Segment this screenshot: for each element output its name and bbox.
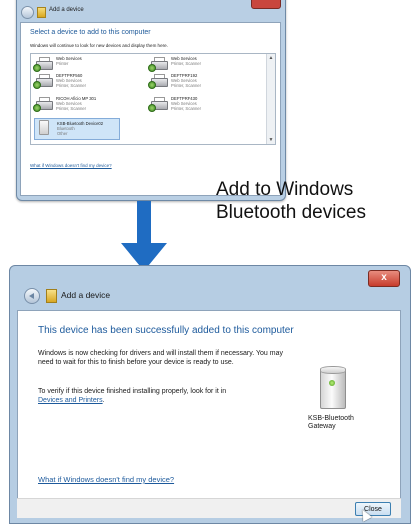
window-title: Add a device — [49, 7, 84, 13]
printer-icon — [148, 97, 168, 112]
device-name-line-1: KSB-Bluetooth — [308, 415, 354, 422]
list-item[interactable]: DEFTPRF192 Web Services Printer, Scanner — [148, 73, 244, 89]
devices-and-printers-link[interactable]: Devices and Printers — [38, 397, 103, 404]
success-heading: This device has been successfully added … — [38, 325, 294, 336]
printer-icon — [33, 97, 53, 112]
printer-icon — [148, 57, 168, 72]
list-item[interactable]: Web Services Printer — [33, 56, 129, 72]
device-type: Printer, Scanner — [171, 106, 202, 111]
list-item-selected[interactable]: KSB-Bluetooth Device02 Bluetooth Other — [34, 118, 120, 140]
caption: Add to Windows Bluetooth devices — [216, 178, 406, 224]
device-type: Printer, Scanner — [171, 83, 202, 88]
device-type: Printer — [56, 61, 69, 66]
device-type: Printer, Scanner — [56, 106, 87, 111]
list-item[interactable]: DEFTPRF430 Web Services Printer, Scanner — [148, 96, 244, 112]
printer-icon — [33, 57, 53, 72]
dialog-heading: Select a device to add to this computer — [30, 29, 151, 36]
down-arrow-icon — [121, 201, 167, 271]
help-link[interactable]: What if Windows doesn't find my device? — [38, 475, 174, 484]
wizard-icon — [37, 7, 46, 18]
add-device-dialog-select: Add a device Select a device to add to t… — [16, 0, 286, 201]
printer-icon — [33, 74, 53, 89]
close-window-button[interactable]: x — [368, 270, 400, 287]
add-device-dialog-success: x Add a device This device has been succ… — [9, 265, 411, 524]
dialog-content: This device has been successfully added … — [17, 310, 401, 518]
list-scrollbar[interactable]: ▲ ▼ — [266, 54, 275, 144]
dialog-footer: Close — [17, 498, 401, 518]
printer-icon — [148, 74, 168, 89]
dialog-description: Windows will continue to look for new de… — [30, 43, 168, 48]
device-list[interactable]: Web Services Printer Web Services Printer,… — [30, 53, 276, 145]
driver-info-text: Windows is now checking for drivers and … — [38, 350, 283, 366]
back-button[interactable] — [24, 288, 40, 304]
dialog-content: Select a device to add to this computer … — [20, 22, 281, 196]
device-type: Other — [57, 131, 68, 136]
bluetooth-device-icon — [35, 120, 53, 135]
bluetooth-gateway-icon — [320, 366, 346, 410]
window-title: Add a device — [61, 290, 111, 300]
caption-line-1: Add to Windows — [216, 179, 354, 200]
title-bar: Add a device — [17, 5, 285, 21]
list-item[interactable]: RICOH Aficio MP 301 Web Services Printer, … — [33, 96, 129, 112]
list-item[interactable]: Web Services Printer, Scanner — [148, 56, 244, 72]
caption-line-2: Bluetooth devices — [216, 202, 366, 223]
back-button[interactable] — [21, 6, 34, 19]
device-name: KSB-Bluetooth Gateway — [308, 415, 358, 431]
wizard-icon — [46, 289, 57, 303]
device-name-line-2: Gateway — [308, 423, 336, 430]
scroll-up-icon[interactable]: ▲ — [268, 55, 274, 61]
verify-text: To verify if this device finished instal… — [38, 387, 288, 405]
verify-text-end: . — [102, 397, 105, 404]
list-item[interactable]: DEFTPRF560 Web Services Printer, Scanner — [33, 73, 129, 89]
help-link[interactable]: What if Windows doesn't find my device? — [30, 163, 112, 168]
verify-text-start: To verify if this device finished instal… — [38, 388, 227, 395]
scroll-down-icon[interactable]: ▼ — [268, 137, 274, 143]
device-type: Printer, Scanner — [56, 83, 87, 88]
device-type: Printer, Scanner — [171, 61, 202, 66]
